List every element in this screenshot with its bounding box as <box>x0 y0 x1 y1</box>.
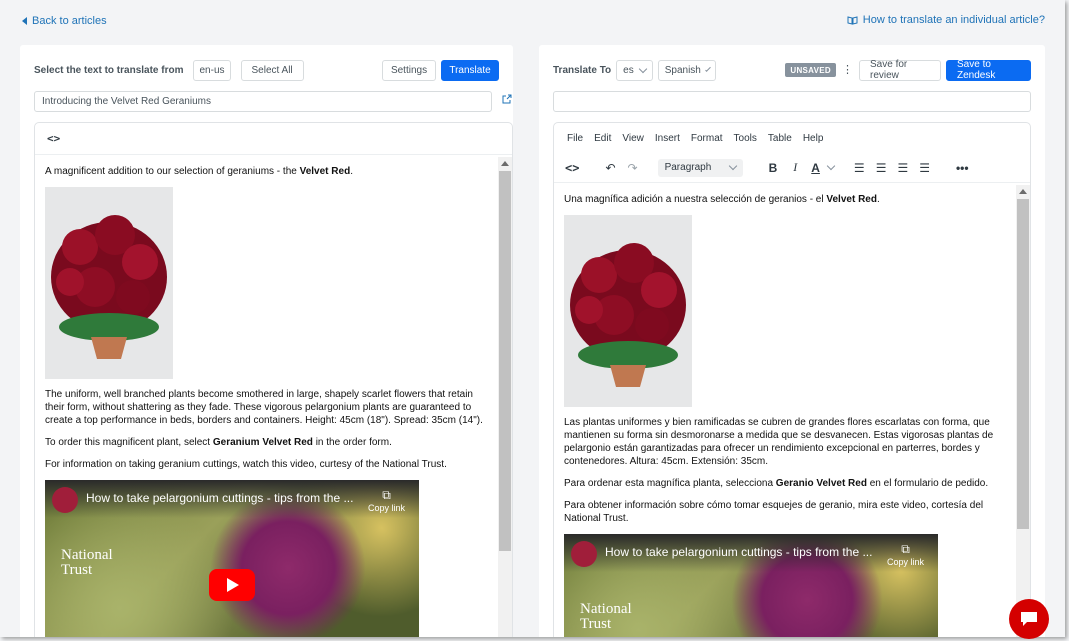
source-paragraph-4: For information on taking geranium cutti… <box>45 459 447 470</box>
undo-icon[interactable]: ↶ <box>605 161 615 175</box>
caret-left-icon <box>22 17 27 25</box>
app-frame: Back to articles How to translate an ind… <box>0 0 1065 637</box>
menu-format[interactable]: Format <box>691 133 723 144</box>
video-title[interactable]: How to take pelargonium cuttings - tips … <box>86 492 353 505</box>
video-embed[interactable]: How to take pelargonium cuttings - tips … <box>564 534 938 637</box>
menu-table[interactable]: Table <box>768 133 792 144</box>
target-editor: File Edit View Insert Format Tools Table… <box>553 122 1031 637</box>
source-paragraph-1: A magnificent addition to our selection … <box>45 166 353 177</box>
chevron-down-icon <box>705 65 711 72</box>
source-scroll-thumb[interactable] <box>499 171 511 551</box>
brand-text: National Trust <box>61 547 113 578</box>
select-all-button[interactable]: Select All <box>240 59 304 81</box>
target-scrollbar[interactable] <box>1016 185 1030 637</box>
video-title[interactable]: How to take pelargonium cuttings - tips … <box>605 546 872 559</box>
align-right-icon[interactable]: ☰ <box>897 161 908 175</box>
save-for-review-button[interactable]: Save for review <box>859 59 941 81</box>
source-paragraph-2: The uniform, well branched plants become… <box>45 389 483 426</box>
help-link[interactable]: How to translate an individual article? <box>847 14 1045 26</box>
language-name-select[interactable]: Spanish <box>657 59 716 81</box>
menu-edit[interactable]: Edit <box>594 133 611 144</box>
redo-icon[interactable]: ↷ <box>628 161 638 175</box>
channel-logo-icon <box>571 541 597 567</box>
target-controls: Translate To es Spanish UNSAVED ⋮ Save f… <box>553 59 1031 81</box>
source-paragraph-3: To order this magnificent plant, select … <box>45 437 392 448</box>
target-paragraph-4: Para obtener información sobre cómo toma… <box>564 500 984 524</box>
source-content[interactable]: A magnificent addition to our selection … <box>35 157 498 637</box>
chat-bubble-icon <box>1021 612 1037 626</box>
back-label: Back to articles <box>32 15 107 27</box>
target-paragraph-1: Una magnífica adición a nuestra selecció… <box>564 194 880 205</box>
chevron-down-icon[interactable] <box>826 161 836 171</box>
brand-text: National Trust <box>580 601 632 632</box>
language-code-select[interactable]: es <box>616 59 653 81</box>
target-scroll-thumb[interactable] <box>1017 199 1029 529</box>
source-editor: <> A magnificent addition to our selecti… <box>34 122 513 637</box>
help-label: How to translate an individual article? <box>862 14 1045 26</box>
back-to-articles-link[interactable]: Back to articles <box>22 15 107 27</box>
translate-button[interactable]: Translate <box>441 59 499 81</box>
italic-icon[interactable]: I <box>793 160 797 175</box>
source-code-icon[interactable]: <> <box>565 161 579 175</box>
geranium-image <box>45 187 173 379</box>
external-link-icon[interactable] <box>502 94 512 104</box>
align-justify-icon[interactable]: ☰ <box>919 161 930 175</box>
video-embed[interactable]: How to take pelargonium cuttings - tips … <box>45 480 419 637</box>
target-paragraph-3: Para ordenar esta magnífica planta, sele… <box>564 478 989 489</box>
source-title-input[interactable]: Introducing the Velvet Red Geraniums <box>34 91 492 112</box>
chat-launcher-button[interactable] <box>1009 599 1049 639</box>
copy-icon: ⧉ <box>901 542 910 556</box>
bold-icon[interactable]: B <box>769 161 778 175</box>
source-title-text: Introducing the Velvet Red Geraniums <box>42 96 211 107</box>
translate-to-label: Translate To <box>553 64 612 76</box>
menu-file[interactable]: File <box>567 133 583 144</box>
target-content[interactable]: Una magnífica adición a nuestra selecció… <box>554 185 1016 637</box>
save-to-zendesk-button[interactable]: Save to Zendesk <box>946 59 1031 81</box>
more-toolbar-icon[interactable]: ••• <box>956 161 969 175</box>
channel-logo-icon <box>52 487 78 513</box>
play-button-icon[interactable] <box>209 569 255 601</box>
chevron-down-icon <box>728 161 737 171</box>
editor-menubar: File Edit View Insert Format Tools Table… <box>554 123 1030 153</box>
source-scrollbar[interactable] <box>498 157 512 637</box>
copy-icon: ⧉ <box>382 488 391 502</box>
status-badge: UNSAVED <box>785 63 836 77</box>
menu-tools[interactable]: Tools <box>734 133 757 144</box>
source-toolbar: <> <box>35 123 512 155</box>
settings-button[interactable]: Settings <box>382 59 436 81</box>
source-panel: Select the text to translate from en-us … <box>20 45 513 637</box>
chevron-down-icon <box>638 64 647 73</box>
menu-view[interactable]: View <box>622 133 644 144</box>
target-panel: Translate To es Spanish UNSAVED ⋮ Save f… <box>539 45 1045 637</box>
align-center-icon[interactable]: ☰ <box>876 161 887 175</box>
text-color-icon[interactable]: A <box>811 161 820 175</box>
source-locale-button[interactable]: en-us <box>193 59 231 81</box>
copy-link-button[interactable]: ⧉ Copy link <box>887 543 924 569</box>
align-left-icon[interactable]: ☰ <box>854 161 865 175</box>
menu-insert[interactable]: Insert <box>655 133 680 144</box>
scroll-up-icon[interactable] <box>1019 189 1027 194</box>
target-title-input[interactable] <box>553 91 1031 112</box>
source-controls: Select the text to translate from en-us … <box>34 59 499 81</box>
copy-link-button[interactable]: ⧉ Copy link <box>368 489 405 515</box>
target-paragraph-2: Las plantas uniformes y bien ramificadas… <box>564 417 994 467</box>
more-options-icon[interactable]: ⋮ <box>842 65 853 76</box>
select-text-label: Select the text to translate from <box>34 64 184 76</box>
block-format-select[interactable]: Paragraph <box>657 158 743 177</box>
top-bar: Back to articles How to translate an ind… <box>0 0 1065 40</box>
editor-toolbar: <> ↶ ↷ Paragraph B I A ☰ ☰ ☰ ☰ ••• <box>554 153 1030 183</box>
book-icon <box>847 15 858 25</box>
code-view-icon[interactable]: <> <box>47 132 60 145</box>
scroll-up-icon[interactable] <box>501 161 509 166</box>
geranium-image <box>564 215 692 407</box>
menu-help[interactable]: Help <box>803 133 824 144</box>
